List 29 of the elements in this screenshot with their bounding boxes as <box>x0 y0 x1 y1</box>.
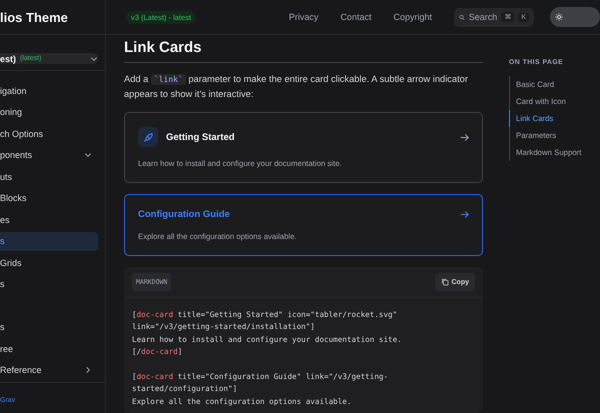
rocket-icon <box>138 127 158 147</box>
sidebar-item[interactable]: Reference <box>0 360 98 380</box>
copy-icon <box>440 278 448 286</box>
sidebar-item[interactable]: oning <box>0 102 98 122</box>
sidebar-item[interactable]: ch Options <box>0 124 98 143</box>
site-title: lios Theme <box>0 10 68 24</box>
sidebar-item[interactable]: ree <box>0 339 98 358</box>
sidebar-item[interactable]: igation <box>0 81 98 100</box>
page-title: Link Cards <box>124 39 483 63</box>
chevron-down-icon <box>90 54 98 62</box>
sidebar-item[interactable]: s <box>0 274 98 294</box>
search-icon <box>459 12 465 22</box>
sidebar-item[interactable]: es <box>0 210 98 229</box>
card-title: Configuration Guide <box>138 209 231 220</box>
arrow-right-icon <box>460 210 469 219</box>
nav-link[interactable]: Privacy <box>288 12 318 22</box>
sidebar-item[interactable]: ponents <box>0 146 98 164</box>
sidebar-item[interactable]: Grids <box>0 253 98 272</box>
nav-link[interactable]: Contact <box>340 12 372 22</box>
arrow-right-icon <box>460 132 469 142</box>
theme-toggle[interactable] <box>550 7 600 27</box>
intro-paragraph: Add a `link` parameter to make the entire card clickable. A subtle arrow indicator appears to show it's interactive: <box>124 73 469 101</box>
sidebar-item[interactable]: s <box>0 318 98 336</box>
card-title: Getting Started <box>166 132 236 142</box>
sun-icon <box>555 13 563 21</box>
nav-link[interactable]: Copyright <box>393 12 432 22</box>
sidebar-item[interactable]: Blocks <box>0 188 98 208</box>
sidebar-item[interactable]: s <box>0 232 98 250</box>
sidebar-item[interactable]: uts <box>0 167 98 186</box>
